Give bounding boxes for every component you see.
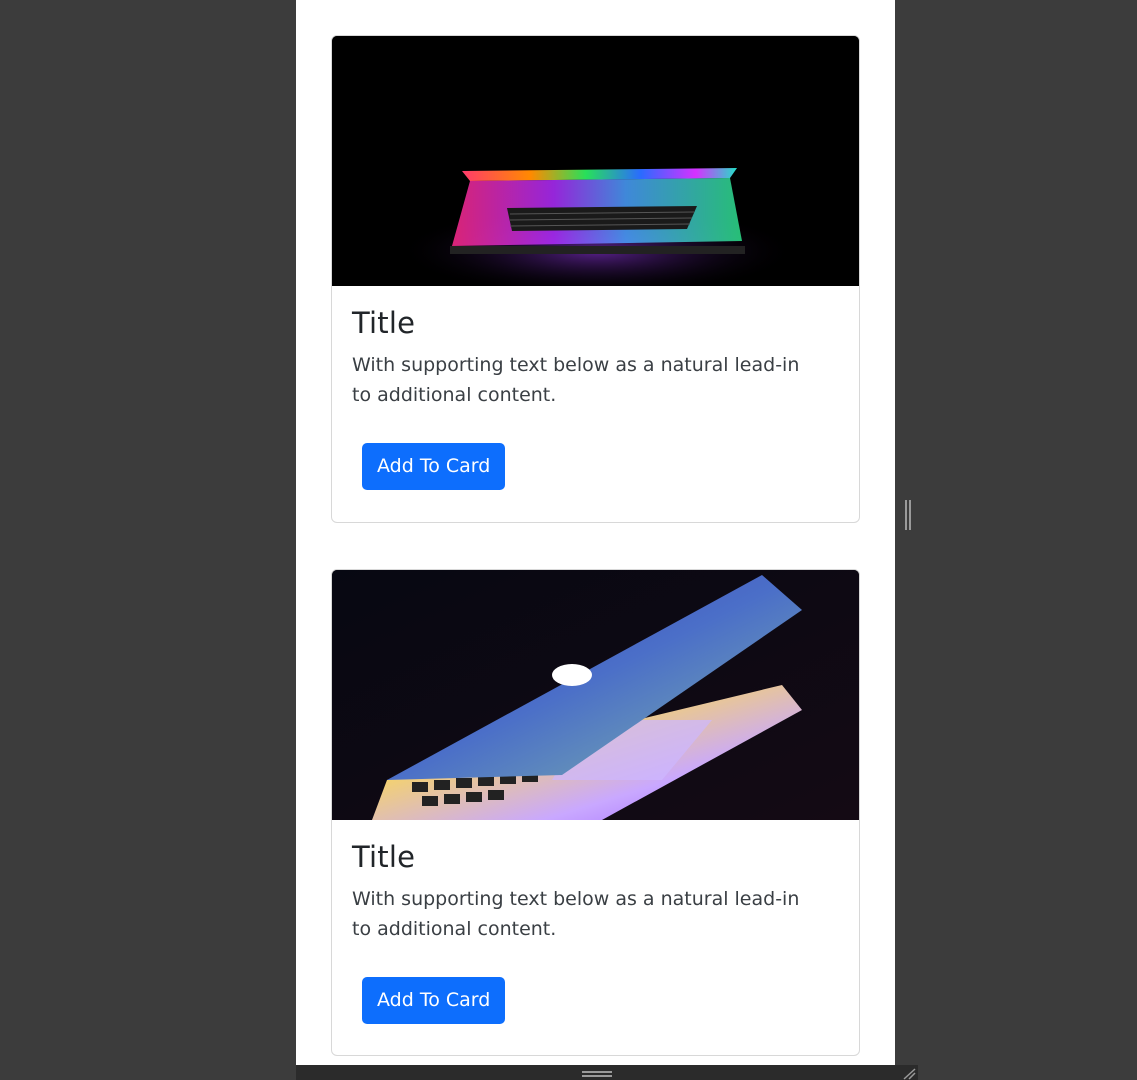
add-to-card-button[interactable]: Add To Card — [362, 977, 506, 1024]
product-card: Title With supporting text below as a na… — [331, 569, 860, 1056]
card-image-laptop-rgb-keyboard — [332, 36, 859, 286]
card-image-laptop-half-open — [332, 570, 859, 820]
card-text: With supporting text below as a natural … — [352, 888, 800, 940]
card-text: With supporting text below as a natural … — [352, 354, 800, 406]
preview-viewport[interactable]: Title With supporting text below as a na… — [296, 0, 895, 1065]
resize-corner-icon[interactable] — [900, 1066, 916, 1080]
product-card: Title With supporting text below as a na… — [331, 35, 860, 523]
card-title: Title — [352, 840, 416, 874]
card-title: Title — [352, 306, 416, 340]
add-to-card-button[interactable]: Add To Card — [362, 443, 506, 490]
drag-handle-horizontal-icon[interactable] — [582, 1071, 612, 1077]
vertical-splitter[interactable] — [896, 0, 918, 1080]
drag-handle-vertical-icon[interactable] — [905, 500, 911, 530]
